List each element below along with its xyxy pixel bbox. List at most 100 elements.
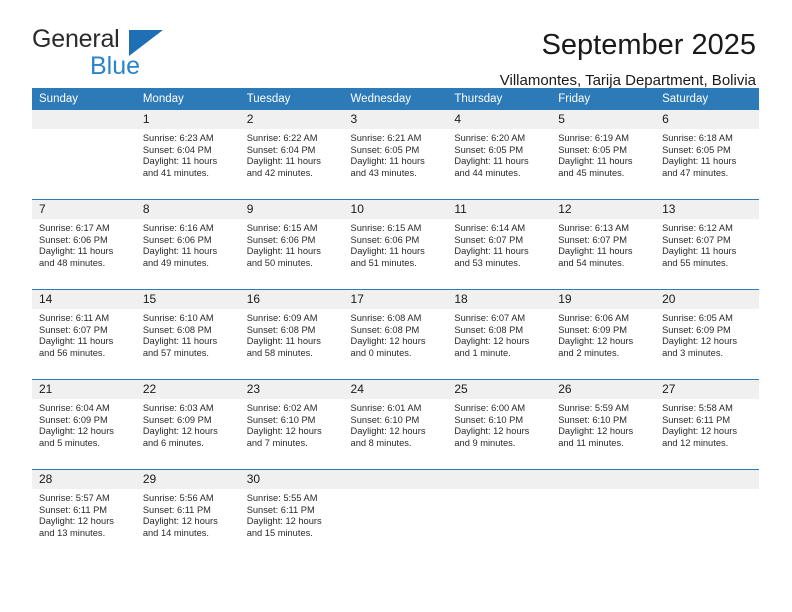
sunset-text: Sunset: 6:11 PM — [662, 414, 731, 425]
day-number: 29 — [135, 470, 240, 489]
calendar-day-cell[interactable]: 20 Sunrise: 6:05 AM Sunset: 6:09 PM Dayligh… — [655, 289, 759, 380]
day-number: 10 — [343, 200, 448, 219]
daylight-text: Daylight: 11 hours and 48 minutes. — [39, 246, 114, 268]
sunset-text: Sunset: 6:07 PM — [662, 234, 731, 245]
day-number — [655, 470, 759, 489]
daylight-text: Daylight: 12 hours and 12 minutes. — [662, 426, 737, 448]
day-number: 14 — [32, 290, 136, 309]
day-number: 22 — [135, 380, 240, 399]
day-cell-body: 22 Sunrise: 6:03 AM Sunset: 6:09 PM Dayligh… — [135, 380, 240, 469]
day-number: 12 — [551, 200, 656, 219]
calendar-day-cell[interactable]: 28 Sunrise: 5:57 AM Sunset: 6:11 PM Dayligh… — [32, 469, 136, 559]
calendar-day-cell[interactable]: 9 Sunrise: 6:15 AM Sunset: 6:06 PM Daylight… — [239, 199, 344, 290]
sunrise-text: Sunrise: 6:21 AM — [350, 133, 422, 143]
day-cell-body: 14 Sunrise: 6:11 AM Sunset: 6:07 PM Dayligh… — [32, 290, 136, 379]
day-cell-body: 12 Sunrise: 6:13 AM Sunset: 6:07 PM Dayligh… — [551, 200, 656, 289]
calendar-day-cell[interactable]: 23 Sunrise: 6:02 AM Sunset: 6:10 PM Dayligh… — [239, 379, 344, 470]
day-number: 18 — [447, 290, 552, 309]
sunrise-text: Sunrise: 6:18 AM — [662, 133, 733, 143]
sunset-text: Sunset: 6:05 PM — [558, 144, 627, 155]
calendar-day-cell[interactable]: 24 Sunrise: 6:01 AM Sunset: 6:10 PM Dayligh… — [343, 379, 448, 470]
day-number: 30 — [239, 470, 344, 489]
calendar-day-cell[interactable]: 1 Sunrise: 6:23 AM Sunset: 6:04 PM Daylight… — [135, 110, 240, 200]
day-number: 13 — [655, 200, 759, 219]
day-cell-body: 8 Sunrise: 6:16 AM Sunset: 6:06 PM Daylight… — [135, 200, 240, 289]
calendar-day-cell[interactable]: 8 Sunrise: 6:16 AM Sunset: 6:06 PM Daylight… — [135, 199, 240, 290]
day-sun-info: Sunrise: 6:06 AM Sunset: 6:09 PM Daylight:… — [551, 309, 655, 359]
calendar-day-cell[interactable]: 25 Sunrise: 6:00 AM Sunset: 6:10 PM Dayligh… — [447, 379, 552, 470]
sunrise-text: Sunrise: 6:23 AM — [142, 133, 214, 143]
page-header: General Blue September 2025 Villamontes,… — [0, 0, 792, 89]
calendar-day-cell[interactable]: 14 Sunrise: 6:11 AM Sunset: 6:07 PM Dayligh… — [32, 289, 136, 380]
daylight-text: Daylight: 11 hours and 42 minutes. — [246, 156, 321, 178]
day-number — [551, 470, 656, 489]
daylight-text: Daylight: 11 hours and 56 minutes. — [39, 336, 114, 358]
sunset-text: Sunset: 6:10 PM — [558, 414, 627, 425]
calendar-day-cell[interactable]: 26 Sunrise: 5:59 AM Sunset: 6:10 PM Dayligh… — [551, 379, 656, 470]
day-cell-body: 25 Sunrise: 6:00 AM Sunset: 6:10 PM Dayligh… — [447, 380, 552, 469]
sunset-text: Sunset: 6:07 PM — [454, 234, 524, 245]
daylight-text: Daylight: 12 hours and 9 minutes. — [454, 426, 530, 448]
day-sun-info: Sunrise: 6:11 AM Sunset: 6:07 PM Daylight:… — [32, 309, 136, 359]
day-sun-info: Sunrise: 6:14 AM Sunset: 6:07 PM Daylight:… — [447, 219, 551, 269]
calendar-body: 1 Sunrise: 6:23 AM Sunset: 6:04 PM Daylight… — [32, 110, 759, 559]
calendar-day-cell[interactable]: 30 Sunrise: 5:55 AM Sunset: 6:11 PM Dayligh… — [239, 469, 344, 559]
day-cell-body: 9 Sunrise: 6:15 AM Sunset: 6:06 PM Daylight… — [239, 200, 344, 289]
calendar-day-cell[interactable]: 27 Sunrise: 5:58 AM Sunset: 6:11 PM Dayligh… — [655, 379, 759, 470]
sunset-text: Sunset: 6:09 PM — [558, 324, 627, 335]
calendar-day-cell[interactable]: 5 Sunrise: 6:19 AM Sunset: 6:05 PM Daylight… — [551, 110, 656, 200]
daylight-text: Daylight: 12 hours and 2 minutes. — [558, 336, 634, 358]
sunrise-text: Sunrise: 6:02 AM — [246, 403, 318, 413]
calendar-day-cell[interactable]: 2 Sunrise: 6:22 AM Sunset: 6:04 PM Daylight… — [239, 110, 344, 200]
calendar-day-cell[interactable]: 19 Sunrise: 6:06 AM Sunset: 6:09 PM Dayligh… — [551, 289, 656, 380]
day-sun-info: Sunrise: 5:56 AM Sunset: 6:11 PM Daylight:… — [136, 489, 240, 539]
calendar-day-cell[interactable]: 18 Sunrise: 6:07 AM Sunset: 6:08 PM Dayligh… — [447, 289, 552, 380]
day-sun-info: Sunrise: 6:22 AM Sunset: 6:04 PM Daylight:… — [240, 129, 344, 179]
calendar-day-cell[interactable]: 22 Sunrise: 6:03 AM Sunset: 6:09 PM Dayligh… — [135, 379, 240, 470]
sunrise-text: Sunrise: 6:11 AM — [39, 313, 110, 323]
daylight-text: Daylight: 12 hours and 5 minutes. — [39, 426, 114, 448]
calendar-day-cell[interactable]: 21 Sunrise: 6:04 AM Sunset: 6:09 PM Dayligh… — [32, 379, 136, 470]
day-number — [32, 110, 136, 129]
calendar-day-cell[interactable]: 6 Sunrise: 6:18 AM Sunset: 6:05 PM Daylight… — [655, 110, 759, 200]
sunrise-text: Sunrise: 6:14 AM — [454, 223, 526, 233]
calendar-day-cell[interactable]: 15 Sunrise: 6:10 AM Sunset: 6:08 PM Dayligh… — [135, 289, 240, 380]
sunrise-text: Sunrise: 6:04 AM — [39, 403, 110, 413]
calendar-day-cell[interactable]: 11 Sunrise: 6:14 AM Sunset: 6:07 PM Dayligh… — [447, 199, 552, 290]
generalblue-logo[interactable]: General Blue — [32, 26, 232, 79]
calendar-day-cell[interactable]: 13 Sunrise: 6:12 AM Sunset: 6:07 PM Dayligh… — [655, 199, 759, 290]
calendar-day-cell[interactable]: 10 Sunrise: 6:15 AM Sunset: 6:06 PM Dayligh… — [343, 199, 448, 290]
day-cell-body: 26 Sunrise: 5:59 AM Sunset: 6:10 PM Dayligh… — [551, 380, 656, 469]
day-number — [343, 470, 448, 489]
sunrise-text: Sunrise: 6:17 AM — [39, 223, 110, 233]
day-cell-body — [343, 470, 448, 559]
weekday-header-wednesday: Wednesday — [343, 88, 448, 110]
sunset-text: Sunset: 6:05 PM — [350, 144, 420, 155]
calendar-day-cell[interactable]: 3 Sunrise: 6:21 AM Sunset: 6:05 PM Daylight… — [343, 110, 448, 200]
weekday-header-thursday: Thursday — [447, 88, 552, 110]
sunrise-sunset-calendar: Sunday Monday Tuesday Wednesday Thursday… — [32, 88, 759, 559]
calendar-day-cell[interactable]: 17 Sunrise: 6:08 AM Sunset: 6:08 PM Dayligh… — [343, 289, 448, 380]
sunset-text: Sunset: 6:10 PM — [454, 414, 524, 425]
sunset-text: Sunset: 6:07 PM — [558, 234, 627, 245]
sunset-text: Sunset: 6:09 PM — [142, 414, 212, 425]
day-cell-body: 2 Sunrise: 6:22 AM Sunset: 6:04 PM Daylight… — [239, 110, 344, 199]
weekday-header-tuesday: Tuesday — [239, 88, 344, 110]
calendar-week-row: 7 Sunrise: 6:17 AM Sunset: 6:06 PM Daylight… — [32, 199, 759, 290]
day-cell-body: 1 Sunrise: 6:23 AM Sunset: 6:04 PM Daylight… — [135, 110, 240, 199]
sunset-text: Sunset: 6:04 PM — [142, 144, 212, 155]
calendar-day-cell[interactable]: 4 Sunrise: 6:20 AM Sunset: 6:05 PM Daylight… — [447, 110, 552, 200]
day-sun-info: Sunrise: 6:08 AM Sunset: 6:08 PM Daylight:… — [344, 309, 448, 359]
day-number: 15 — [135, 290, 240, 309]
daylight-text: Daylight: 11 hours and 58 minutes. — [246, 336, 321, 358]
day-sun-info: Sunrise: 6:23 AM Sunset: 6:04 PM Daylight:… — [136, 129, 240, 179]
calendar-day-cell[interactable]: 29 Sunrise: 5:56 AM Sunset: 6:11 PM Dayligh… — [135, 469, 240, 559]
calendar-day-cell[interactable]: 7 Sunrise: 6:17 AM Sunset: 6:06 PM Daylight… — [32, 199, 136, 290]
day-number: 4 — [447, 110, 552, 129]
day-cell-body: 5 Sunrise: 6:19 AM Sunset: 6:05 PM Daylight… — [551, 110, 656, 199]
sunrise-text: Sunrise: 6:15 AM — [246, 223, 318, 233]
calendar-day-cell[interactable]: 16 Sunrise: 6:09 AM Sunset: 6:08 PM Dayligh… — [239, 289, 344, 380]
sunset-text: Sunset: 6:10 PM — [246, 414, 316, 425]
calendar-day-cell[interactable]: 12 Sunrise: 6:13 AM Sunset: 6:07 PM Dayligh… — [551, 199, 656, 290]
day-sun-info: Sunrise: 6:18 AM Sunset: 6:05 PM Daylight:… — [655, 129, 759, 179]
